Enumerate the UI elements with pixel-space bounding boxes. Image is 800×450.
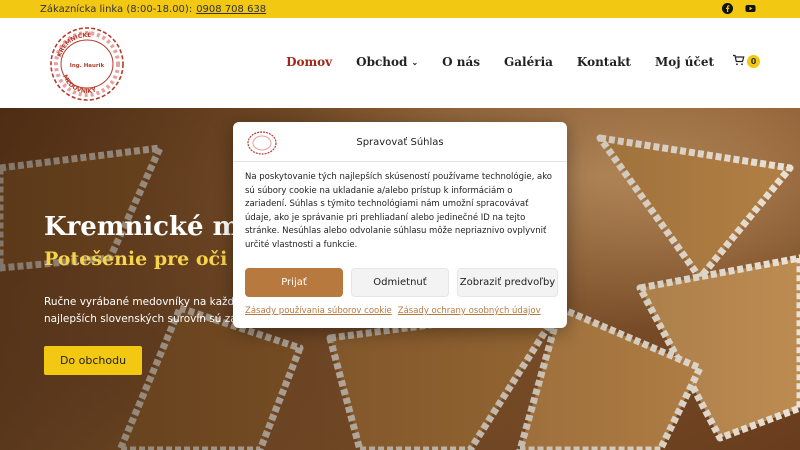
chevron-down-icon: ⌄ xyxy=(411,56,419,67)
nav-account[interactable]: Moj účet xyxy=(655,55,714,69)
preferences-button[interactable]: Zobraziť predvoľby xyxy=(457,268,558,297)
cookie-policy-link[interactable]: Zásady používania súborov cookie xyxy=(245,306,392,316)
hero-title: Kremnické me xyxy=(44,212,257,242)
modal-title: Spravovať Súhlas xyxy=(356,137,444,148)
site-header: KREMNICKÉ Ing. Haurik MEDOVNÍKY Domov Ob… xyxy=(0,18,800,108)
cart-count-badge: 0 xyxy=(747,55,760,68)
phone-link[interactable]: 0908 708 638 xyxy=(196,4,266,15)
youtube-icon[interactable] xyxy=(745,3,756,14)
social-links xyxy=(722,3,756,14)
nav-shop[interactable]: Obchod ⌄ xyxy=(356,55,418,69)
privacy-policy-link[interactable]: Zásady ochrany osobných údajov xyxy=(398,306,541,316)
nav-contact[interactable]: Kontakt xyxy=(577,55,631,69)
shop-button[interactable]: Do obchodu xyxy=(44,346,142,375)
modal-header: Spravovať Súhlas xyxy=(233,122,567,162)
nav-shop-label: Obchod xyxy=(356,54,408,69)
deny-button[interactable]: Odmietnuť xyxy=(351,268,449,297)
modal-body-text: Na poskytovanie tých najlepších skúsenos… xyxy=(245,172,553,250)
hotline-label: Zákaznícka linka (8:00-18.00): xyxy=(40,3,193,15)
cart-icon xyxy=(732,54,745,69)
nav-about[interactable]: O nás xyxy=(442,55,480,69)
site-logo[interactable]: KREMNICKÉ Ing. Haurik MEDOVNÍKY xyxy=(42,26,132,102)
nav-home[interactable]: Domov xyxy=(286,55,332,69)
logo-middle-text: Ing. Haurik xyxy=(70,63,105,69)
modal-buttons: Prijať Odmietnuť Zobraziť predvoľby xyxy=(245,268,558,297)
cookie-consent-modal: Spravovať Súhlas Na poskytovanie tých na… xyxy=(233,122,567,328)
modal-links: Zásady používania súborov cookie Zásady … xyxy=(245,306,541,316)
accept-button[interactable]: Prijať xyxy=(245,268,343,297)
top-info-bar: Zákaznícka linka (8:00-18.00): 0908 708 … xyxy=(0,0,800,18)
facebook-icon[interactable] xyxy=(722,3,733,14)
cart-button[interactable]: 0 xyxy=(732,54,760,69)
nav-gallery[interactable]: Galéria xyxy=(504,55,553,69)
main-nav: Domov Obchod ⌄ O nás Galéria Kontakt Moj… xyxy=(262,54,760,69)
